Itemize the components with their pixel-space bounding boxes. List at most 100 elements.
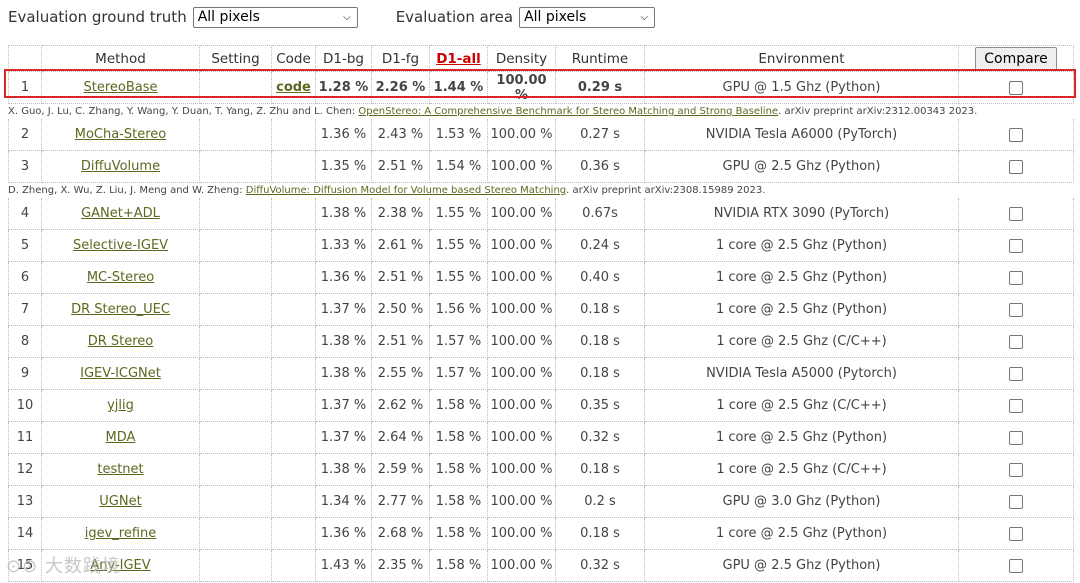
compare-checkbox[interactable]	[1009, 462, 1023, 477]
compare-checkbox[interactable]	[1009, 558, 1023, 573]
compare-checkbox[interactable]	[1009, 127, 1023, 142]
method-link[interactable]: MoCha-Stereo	[75, 127, 167, 142]
filter-bar: Evaluation ground truth All pixels ⌵ Eva…	[8, 6, 656, 28]
environment-cell: 1 core @ 2.5 Ghz (C/C++)	[645, 326, 959, 358]
method-link[interactable]: MC-Stereo	[87, 270, 154, 285]
compare-cell	[959, 119, 1074, 151]
method-link[interactable]: GANet+ADL	[81, 206, 160, 221]
setting-cell	[200, 72, 272, 104]
method-link[interactable]: IGEV-ICGNet	[80, 366, 161, 381]
compare-checkbox[interactable]	[1009, 526, 1023, 541]
evaluation-area-value: All pixels	[524, 9, 587, 25]
d1-all-cell: 1.58 %	[430, 518, 488, 550]
citation-link[interactable]: OpenStereo: A Comprehensive Benchmark fo…	[358, 106, 778, 117]
d1-fg-cell: 2.35 %	[372, 550, 430, 582]
code-cell	[272, 454, 316, 486]
setting-cell	[200, 550, 272, 582]
compare-checkbox[interactable]	[1009, 159, 1023, 174]
environment-cell: 1 core @ 2.5 Ghz (C/C++)	[645, 390, 959, 422]
method-link[interactable]: DR Stereo_UEC	[71, 302, 170, 317]
code-cell	[272, 262, 316, 294]
method-link[interactable]: MDA	[106, 430, 136, 445]
method-link[interactable]: igev_refine	[85, 526, 157, 541]
compare-checkbox[interactable]	[1009, 238, 1023, 253]
col-index	[8, 45, 42, 72]
row-index: 10	[8, 390, 42, 422]
setting-cell	[200, 294, 272, 326]
setting-cell	[200, 119, 272, 151]
method-link[interactable]: testnet	[97, 462, 143, 477]
method-cell: DiffuVolume	[42, 151, 200, 183]
d1-fg-cell: 2.62 %	[372, 390, 430, 422]
code-cell	[272, 550, 316, 582]
d1-bg-cell: 1.36 %	[316, 262, 372, 294]
density-cell: 100.00 %	[488, 151, 556, 183]
environment-cell: NVIDIA RTX 3090 (PyTorch)	[645, 198, 959, 230]
row-index: 12	[8, 454, 42, 486]
code-cell	[272, 230, 316, 262]
table-row: 9 IGEV-ICGNet 1.38 % 2.55 % 1.57 % 100.00 % 0.…	[8, 358, 1074, 390]
method-cell: Selective-IGEV	[42, 230, 200, 262]
compare-checkbox[interactable]	[1009, 334, 1023, 349]
method-link[interactable]: StereoBase	[83, 80, 157, 95]
table-row: 12 testnet 1.38 % 2.59 % 1.58 % 100.00 % 0.18 …	[8, 454, 1074, 486]
method-link[interactable]: UGNet	[99, 494, 141, 509]
setting-cell	[200, 230, 272, 262]
runtime-cell: 0.27 s	[556, 119, 645, 151]
table-row: 3 DiffuVolume 1.35 % 2.51 % 1.54 % 100.00 % 0.…	[8, 151, 1074, 183]
compare-checkbox[interactable]	[1009, 398, 1023, 413]
compare-checkbox[interactable]	[1009, 270, 1023, 285]
runtime-cell: 0.24 s	[556, 230, 645, 262]
row-index: 5	[8, 230, 42, 262]
method-link[interactable]: yjlig	[107, 398, 134, 413]
density-cell: 100.00 %	[488, 454, 556, 486]
compare-checkbox[interactable]	[1009, 494, 1023, 509]
environment-cell: NVIDIA Tesla A6000 (PyTorch)	[645, 119, 959, 151]
table-row: 6 MC-Stereo 1.36 % 2.51 % 1.55 % 100.00 % 0.40…	[8, 262, 1074, 294]
evaluation-area-select[interactable]: All pixels ⌵	[519, 6, 656, 28]
code-cell	[272, 390, 316, 422]
compare-cell	[959, 198, 1074, 230]
compare-checkbox[interactable]	[1009, 366, 1023, 381]
col-d1-all[interactable]: D1-all	[430, 45, 488, 72]
density-cell: 100.00 %	[488, 294, 556, 326]
d1-all-sort-link[interactable]: D1-all	[436, 51, 481, 67]
d1-bg-cell: 1.33 %	[316, 230, 372, 262]
d1-fg-cell: 2.61 %	[372, 230, 430, 262]
d1-all-cell: 1.44 %	[430, 72, 488, 104]
density-cell: 100.00 %	[488, 518, 556, 550]
table-row: 15 Any-IGEV 1.43 % 2.35 % 1.58 % 100.00 % 0.32…	[8, 550, 1074, 582]
method-cell: IGEV-ICGNet	[42, 358, 200, 390]
col-code: Code	[272, 45, 316, 72]
citation-venue: . arXiv preprint arXiv:2308.15989 2023.	[566, 185, 766, 196]
compare-checkbox[interactable]	[1009, 206, 1023, 221]
method-link[interactable]: Selective-IGEV	[73, 238, 168, 253]
chevron-down-icon: ⌵	[343, 11, 351, 23]
density-cell: 100.00 %	[488, 486, 556, 518]
d1-all-cell: 1.57 %	[430, 358, 488, 390]
compare-button[interactable]: Compare	[975, 46, 1057, 71]
d1-bg-cell: 1.37 %	[316, 294, 372, 326]
method-cell: yjlig	[42, 390, 200, 422]
density-cell: 100.00 %	[488, 358, 556, 390]
citation-link[interactable]: DiffuVolume: Diffusion Model for Volume …	[246, 185, 566, 196]
compare-cell	[959, 72, 1074, 104]
method-cell: StereoBase	[42, 72, 200, 104]
compare-checkbox[interactable]	[1009, 430, 1023, 445]
density-cell: 100.00 %	[488, 422, 556, 454]
environment-cell: GPU @ 2.5 Ghz (Python)	[645, 550, 959, 582]
compare-checkbox[interactable]	[1009, 302, 1023, 317]
ground-truth-select[interactable]: All pixels ⌵	[192, 6, 358, 28]
code-link[interactable]: code	[276, 80, 311, 95]
method-cell: igev_refine	[42, 518, 200, 550]
method-link[interactable]: DiffuVolume	[81, 159, 160, 174]
code-cell: code	[272, 72, 316, 104]
method-link[interactable]: DR Stereo	[88, 334, 154, 349]
table-row: 2 MoCha-Stereo 1.36 % 2.43 % 1.53 % 100.00 % 0…	[8, 119, 1074, 151]
d1-bg-cell: 1.38 %	[316, 358, 372, 390]
citation-venue: . arXiv preprint arXiv:2312.00343 2023.	[778, 106, 978, 117]
compare-checkbox[interactable]	[1009, 80, 1023, 95]
col-density: Density	[488, 45, 556, 72]
environment-cell: 1 core @ 2.5 Ghz (Python)	[645, 518, 959, 550]
environment-cell: 1 core @ 2.5 Ghz (Python)	[645, 294, 959, 326]
